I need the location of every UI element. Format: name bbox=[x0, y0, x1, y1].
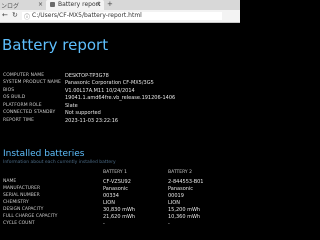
battery-key: MANUFACTURER bbox=[3, 186, 41, 191]
battery-table-header: BATTERY 1 BATTERY 2 bbox=[3, 170, 238, 178]
close-icon[interactable]: × bbox=[96, 1, 101, 8]
battery-2-value: 00019 bbox=[168, 193, 184, 199]
battery-row: MANUFACTURER Panasonic Panasonic bbox=[3, 186, 238, 193]
battery-key: CYCLE COUNT bbox=[3, 221, 35, 226]
address-text[interactable]: C:/Users/CF-MX5/battery-report.html bbox=[32, 12, 142, 19]
battery-1-value: CF-VZSU92 bbox=[103, 179, 131, 185]
battery-1-value: 00334 bbox=[103, 193, 119, 199]
info-key: REPORT TIME bbox=[3, 118, 35, 123]
battery-row: CHEMISTRY LION LION bbox=[3, 200, 238, 207]
address-bar[interactable]: ⓘ C:/Users/CF-MX5/battery-report.html bbox=[22, 12, 222, 21]
info-key: CONNECTED STANDBY bbox=[3, 110, 56, 115]
info-key: BIOS bbox=[3, 88, 15, 93]
navigation-bar: ← ↻ ⓘ C:/Users/CF-MX5/battery-report.htm… bbox=[0, 10, 240, 23]
battery-row: DESIGN CAPACITY 30,830 mWh 15,200 mWh bbox=[3, 207, 238, 214]
battery-row: FULL CHARGE CAPACITY 21,620 mWh 10,360 m… bbox=[3, 214, 238, 221]
battery-key: CHEMISTRY bbox=[3, 200, 29, 205]
battery-row: NAME CF-VZSU92 2-844553-B01 bbox=[3, 179, 238, 186]
battery-1-value: - bbox=[103, 221, 105, 227]
info-key: OS BUILD bbox=[3, 95, 26, 100]
battery-2-value: LION bbox=[168, 200, 180, 206]
info-row: COMPUTER NAME DESKTOP-TP3G78 bbox=[3, 73, 238, 80]
info-key: COMPUTER NAME bbox=[3, 73, 45, 78]
tab-active-label: Battery report bbox=[58, 1, 101, 8]
column-header: BATTERY 2 bbox=[168, 170, 192, 175]
battery-1-value: 21,620 mWh bbox=[103, 214, 136, 220]
page-favicon-icon bbox=[50, 2, 55, 7]
battery-key: SERIAL NUMBER bbox=[3, 193, 40, 198]
tab-battery-report[interactable]: Battery report × bbox=[46, 0, 104, 10]
info-row: PLATFORM ROLE Slate bbox=[3, 103, 238, 110]
report-content: Battery report COMPUTER NAME DESKTOP-TP3… bbox=[0, 23, 240, 240]
browser-window: ンログ × Battery report × + ← ↻ ⓘ C:/Users/… bbox=[0, 0, 240, 240]
info-value: V1.00L17A.M11 10/24/2014 bbox=[65, 88, 135, 94]
column-header: BATTERY 1 bbox=[103, 170, 127, 175]
battery-1-value: LION bbox=[103, 200, 115, 206]
battery-1-value: 30,830 mWh bbox=[103, 207, 136, 213]
tab-previous-label: ンログ bbox=[1, 3, 20, 10]
tab-strip: ンログ × Battery report × + bbox=[0, 0, 240, 10]
battery-key: NAME bbox=[3, 179, 17, 184]
battery-row: SERIAL NUMBER 00334 00019 bbox=[3, 193, 238, 200]
info-value: Slate bbox=[65, 103, 78, 109]
battery-2-value: 15,200 mWh bbox=[168, 207, 201, 213]
info-value: Panasonic Corporation CF-MX5/3G5 bbox=[65, 80, 154, 86]
info-row: CONNECTED STANDBY Not supported bbox=[3, 110, 238, 117]
battery-key: DESIGN CAPACITY bbox=[3, 207, 44, 212]
battery-row: CYCLE COUNT - - bbox=[3, 221, 238, 228]
info-row: SYSTEM PRODUCT NAME Panasonic Corporatio… bbox=[3, 80, 238, 87]
info-value: 19041.1.amd64fre.vb_release.191206-1406 bbox=[65, 95, 176, 101]
info-key: PLATFORM ROLE bbox=[3, 103, 42, 108]
info-row: OS BUILD 19041.1.amd64fre.vb_release.191… bbox=[3, 95, 238, 102]
info-value: 2023-11-03 23:22:16 bbox=[65, 118, 119, 124]
battery-2-value: 2-844553-B01 bbox=[168, 179, 204, 185]
back-icon[interactable]: ← bbox=[2, 11, 8, 19]
info-key: SYSTEM PRODUCT NAME bbox=[3, 80, 61, 85]
info-value: DESKTOP-TP3G78 bbox=[65, 73, 109, 79]
info-value: Not supported bbox=[65, 110, 101, 116]
page-title: Battery report bbox=[2, 36, 109, 54]
tab-previous[interactable]: ンログ × bbox=[0, 0, 44, 10]
section-title: Installed batteries bbox=[3, 149, 85, 159]
battery-2-value: - bbox=[168, 221, 170, 227]
battery-key: FULL CHARGE CAPACITY bbox=[3, 214, 58, 219]
info-icon[interactable]: ⓘ bbox=[24, 12, 30, 21]
battery-1-value: Panasonic bbox=[103, 186, 129, 192]
close-icon[interactable]: × bbox=[38, 1, 43, 8]
info-row: BIOS V1.00L17A.M11 10/24/2014 bbox=[3, 88, 238, 95]
new-tab-icon[interactable]: + bbox=[107, 0, 113, 8]
battery-2-value: Panasonic bbox=[168, 186, 194, 192]
refresh-icon[interactable]: ↻ bbox=[12, 11, 18, 19]
battery-2-value: 10,360 mWh bbox=[168, 214, 201, 220]
section-subtitle: Information about each currently install… bbox=[3, 160, 116, 165]
info-row: REPORT TIME 2023-11-03 23:22:16 bbox=[3, 118, 238, 125]
